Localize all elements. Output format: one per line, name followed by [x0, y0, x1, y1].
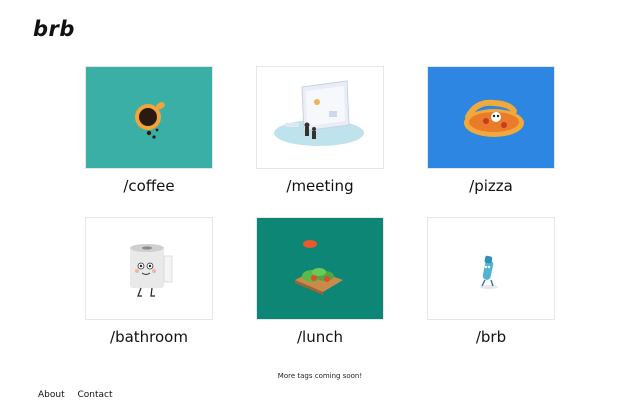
tag-card-bathroom[interactable]: /bathroom	[85, 217, 213, 346]
meeting-screen-icon	[257, 67, 383, 168]
tag-thumbnail-bathroom[interactable]	[85, 217, 213, 320]
tag-grid: /coffee /meeting /pizza /bathroom /lunch…	[0, 0, 640, 410]
tag-card-brb[interactable]: /brb	[427, 217, 555, 346]
tag-label-lunch[interactable]: /lunch	[256, 328, 384, 346]
tag-card-pizza[interactable]: /pizza	[427, 66, 555, 195]
tag-label-coffee[interactable]: /coffee	[85, 177, 213, 195]
tag-label-meeting[interactable]: /meeting	[256, 177, 384, 195]
tag-label-bathroom[interactable]: /bathroom	[85, 328, 213, 346]
tag-thumbnail-brb[interactable]	[427, 217, 555, 320]
contact-link[interactable]: Contact	[77, 390, 112, 400]
sandwich-icon	[257, 218, 383, 319]
tag-thumbnail-meeting[interactable]	[256, 66, 384, 169]
about-link[interactable]: About	[38, 390, 65, 400]
tag-label-brb[interactable]: /brb	[427, 328, 555, 346]
toilet-paper-icon	[86, 218, 212, 319]
footer: About Contact	[38, 390, 123, 400]
tag-label-pizza[interactable]: /pizza	[427, 177, 555, 195]
coffee-cup-icon	[86, 67, 212, 168]
tag-thumbnail-pizza[interactable]	[427, 66, 555, 169]
tag-thumbnail-lunch[interactable]	[256, 217, 384, 320]
running-figure-icon	[428, 218, 554, 319]
pizza-icon	[428, 67, 554, 168]
tag-card-meeting[interactable]: /meeting	[256, 66, 384, 195]
tag-card-lunch[interactable]: /lunch	[256, 217, 384, 346]
tag-card-coffee[interactable]: /coffee	[85, 66, 213, 195]
coming-soon-notice: More tags coming soon!	[277, 372, 363, 380]
tag-thumbnail-coffee[interactable]	[85, 66, 213, 169]
